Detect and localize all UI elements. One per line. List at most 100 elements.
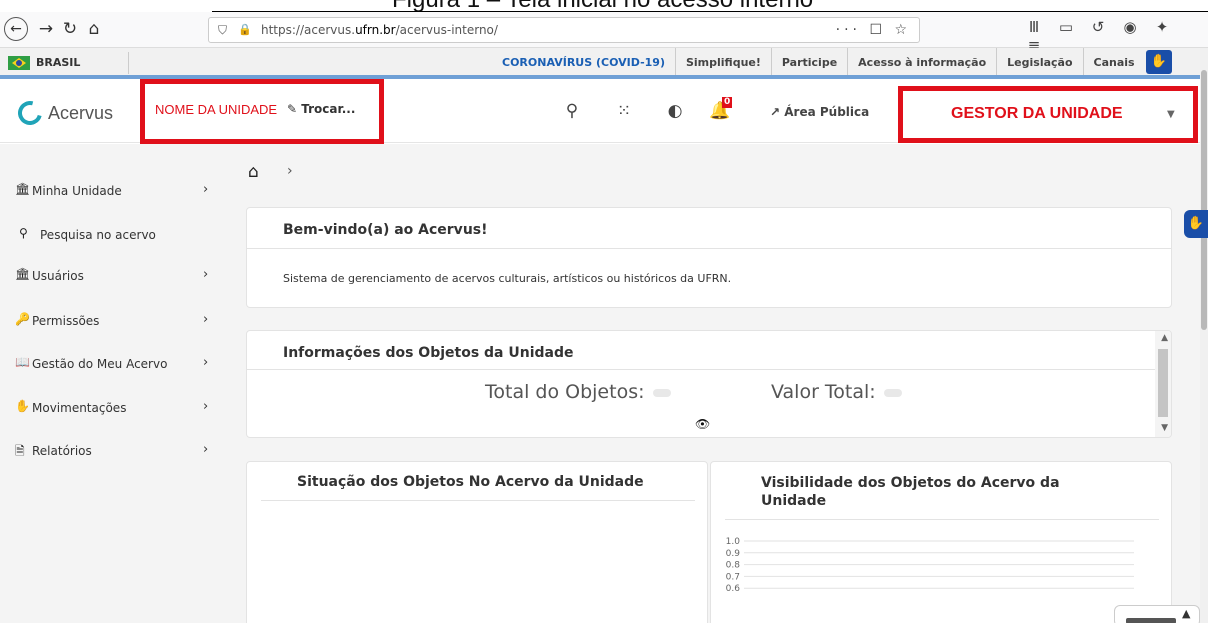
- public-area-label: Área Pública: [784, 105, 870, 119]
- url-text: https://acervus.ufrn.br/acervus-interno/: [261, 23, 498, 37]
- card-scrollbar-thumb[interactable]: [1158, 349, 1168, 417]
- gov-link-legislacao[interactable]: Legislação: [996, 48, 1082, 77]
- notification-badge: 0: [722, 97, 733, 108]
- info-title: Informações dos Objetos da Unidade: [283, 345, 574, 361]
- y-tick-label: 0.8: [726, 561, 741, 571]
- sidebar-item-movimentacoes[interactable]: ✋ Movimentações ›: [0, 397, 230, 421]
- unit-name: NOME DA UNIDADE: [155, 102, 278, 117]
- key-icon: 🔑: [15, 312, 30, 326]
- y-tick-label: 0.6: [726, 584, 741, 594]
- situation-card: Situação dos Objetos No Acervo da Unidad…: [246, 461, 708, 623]
- app-name: Acervus: [48, 102, 114, 123]
- gov-links: CORONAVÍRUS (COVID-19) Simplifique! Part…: [492, 48, 1145, 77]
- card-divider: [247, 248, 1171, 249]
- app-header: Acervus NOME DA UNIDADE ✎ Trocar... ⚲ ⁙ …: [0, 79, 1200, 144]
- app-logo[interactable]: Acervus: [13, 96, 114, 130]
- account-icon[interactable]: ◉: [1114, 18, 1146, 36]
- extension-icon[interactable]: ✦: [1146, 18, 1178, 36]
- visibility-chart: 1.0 0.9 0.80.7 0.6: [726, 537, 1134, 594]
- loading-pill: [883, 388, 902, 397]
- welcome-text: Sistema de gerenciamento de acervos cult…: [283, 272, 732, 285]
- back-arrow-icon[interactable]: ←: [4, 17, 28, 41]
- sidebar-item-pesquisa[interactable]: ⚲ Pesquisa no acervo: [0, 224, 230, 248]
- role-selector[interactable]: GESTOR DA UNIDADE ▼: [898, 86, 1198, 143]
- eye-icon[interactable]: 👁: [695, 417, 710, 431]
- page-actions-icon[interactable]: ··· ☐ ☆: [836, 18, 911, 42]
- gov-divider: [128, 52, 129, 74]
- sidebar-item-minha-unidade[interactable]: 🏛 Minha Unidade ›: [0, 180, 230, 204]
- forward-arrow-icon[interactable]: →: [34, 17, 58, 41]
- role-label: GESTOR DA UNIDADE: [951, 105, 1123, 122]
- total-value-kpi: Valor Total:: [771, 381, 902, 403]
- gov-link-canais[interactable]: Canais: [1082, 48, 1145, 77]
- visibility-title: Visibilidade dos Objetos do Acervo da Un…: [761, 475, 1060, 509]
- sidebar-item-label: Relatórios: [32, 444, 92, 458]
- card-divider: [261, 500, 695, 501]
- book-icon: 📖: [15, 355, 30, 369]
- scroll-top-bar: [1126, 618, 1176, 623]
- sidebar-item-permissoes[interactable]: 🔑 Permissões ›: [0, 310, 230, 334]
- brazil-flag-icon: [8, 56, 30, 70]
- chevron-right-icon: ›: [287, 163, 293, 179]
- brasil-link[interactable]: BRASIL: [8, 54, 80, 71]
- sidebar-item-gestao[interactable]: 📖 Gestão do Meu Acervo ›: [0, 353, 230, 377]
- unit-highlight-box: NOME DA UNIDADE ✎ Trocar...: [140, 79, 384, 144]
- chevron-right-icon: ›: [203, 182, 209, 197]
- chevron-right-icon: ›: [203, 312, 209, 327]
- vlibras-side-icon[interactable]: ✋: [1184, 210, 1208, 238]
- chevron-down-icon[interactable]: ▼: [1161, 423, 1168, 433]
- gov-link-simplifique[interactable]: Simplifique!: [674, 48, 771, 77]
- sidebar-item-label: Permissões: [32, 314, 100, 328]
- sidebar-item-relatorios[interactable]: 🗎 Relatórios ›: [0, 440, 230, 464]
- hand-box-icon: ✋: [15, 399, 30, 413]
- external-link-icon: ↗: [770, 105, 781, 119]
- sidebar-item-usuarios[interactable]: 🏛 Usuários ›: [0, 265, 230, 289]
- y-tick-label: 0.9: [726, 549, 741, 559]
- page-scrollbar-thumb[interactable]: [1201, 70, 1207, 330]
- gov-link-acesso[interactable]: Acesso à informação: [847, 48, 996, 77]
- sidebar-icon[interactable]: ▭: [1050, 18, 1082, 36]
- search-icon: ⚲: [19, 226, 28, 240]
- contrast-icon[interactable]: ◐: [663, 101, 687, 121]
- chevron-up-icon[interactable]: ▲: [1182, 607, 1190, 620]
- switch-unit-label: Trocar...: [301, 102, 356, 116]
- y-tick-label: 1.0: [726, 537, 741, 547]
- card-divider: [247, 369, 1155, 370]
- gov-link-covid[interactable]: CORONAVÍRUS (COVID-19): [492, 48, 675, 77]
- lock-icon: 🔒: [238, 23, 252, 36]
- history-icon[interactable]: ↺: [1082, 18, 1114, 36]
- sidebar-item-label: Movimentações: [32, 401, 127, 415]
- situation-title: Situação dos Objetos No Acervo da Unidad…: [297, 474, 644, 490]
- home-icon[interactable]: ⌂: [82, 17, 106, 41]
- loading-pill: [652, 388, 671, 397]
- total-objects-kpi: Total do Objetos:: [485, 381, 671, 403]
- welcome-card: Bem-vindo(a) ao Acervus! Sistema de gere…: [246, 207, 1172, 308]
- public-area-link[interactable]: ↗ Área Pública: [770, 105, 869, 119]
- url-bar[interactable]: ⛉ 🔒 https://acervus.ufrn.br/acervus-inte…: [208, 17, 920, 43]
- vlibras-icon[interactable]: ✋: [1146, 50, 1172, 74]
- welcome-title: Bem-vindo(a) ao Acervus!: [283, 222, 488, 238]
- chevron-right-icon: ›: [203, 442, 209, 457]
- sidebar-item-label: Gestão do Meu Acervo: [32, 357, 168, 371]
- gov-bar: BRASIL CORONAVÍRUS (COVID-19) Simplifiqu…: [0, 48, 1208, 77]
- y-tick-label: 0.7: [726, 572, 740, 582]
- file-icon: 🗎: [15, 444, 25, 458]
- bell-icon[interactable]: 🔔 0: [708, 97, 733, 121]
- figure-caption: Figura 1 – Tela inicial no acesso intern…: [0, 0, 1208, 12]
- sidebar-item-label: Pesquisa no acervo: [40, 228, 156, 242]
- chevron-up-icon[interactable]: ▲: [1161, 333, 1168, 343]
- sidebar-item-label: Usuários: [32, 269, 84, 283]
- acervus-logo-icon: [13, 96, 47, 130]
- reload-icon[interactable]: ↻: [58, 17, 82, 41]
- sidebar-item-label: Minha Unidade: [32, 184, 122, 198]
- card-divider: [725, 519, 1159, 520]
- home-icon[interactable]: ⌂: [248, 162, 259, 182]
- chevron-right-icon: ›: [203, 355, 209, 370]
- switch-unit-link[interactable]: ✎ Trocar...: [287, 102, 355, 116]
- shield-icon: ⛉: [218, 23, 228, 37]
- caret-down-icon: ▼: [1167, 109, 1175, 120]
- search-icon[interactable]: ⚲: [560, 101, 584, 121]
- gov-link-participe[interactable]: Participe: [770, 48, 847, 77]
- apps-grid-icon[interactable]: ⁙: [612, 101, 636, 121]
- library-icon[interactable]: Ⅲ: [1018, 18, 1050, 36]
